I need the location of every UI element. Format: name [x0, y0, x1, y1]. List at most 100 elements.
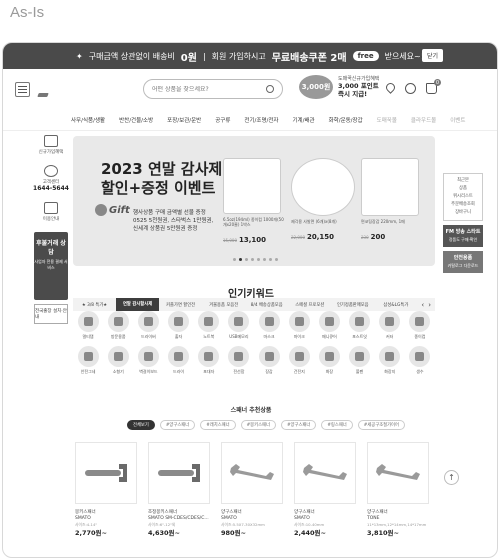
nav-item[interactable]: 기계/배관 [293, 116, 315, 124]
keyword-item[interactable]: 커터 [375, 311, 405, 340]
cart-icon[interactable]: 0 [426, 79, 441, 94]
keyword-item[interactable]: 벽걸이보드 [133, 346, 163, 375]
prev-arrow-icon[interactable]: ‹ [421, 301, 424, 309]
sidebar-support[interactable]: 고객센터 1644-5644 [33, 165, 69, 192]
user-icon[interactable] [405, 83, 416, 94]
keyword-image [318, 311, 340, 332]
keyword-label: 마이크 [293, 334, 305, 339]
scroll-top-icon[interactable]: ↑ [444, 470, 459, 485]
sidebar-guide[interactable]: 이용안내 [43, 202, 59, 222]
menu-icon[interactable] [15, 81, 30, 97]
keyword-item[interactable]: 생수 [405, 346, 435, 375]
promo-tab[interactable]: ★ 3/8 특가★ [73, 302, 116, 308]
quick-menu-item[interactable]: 상품 [446, 185, 480, 193]
keyword-item[interactable]: 소형기 [103, 346, 133, 375]
search-input[interactable] [152, 85, 266, 93]
filter-tag[interactable]: #몽키스패너 [240, 420, 276, 430]
quick-menu-item[interactable]: 최근본 [446, 177, 480, 185]
carousel-dot[interactable] [263, 258, 266, 261]
search-icon[interactable] [266, 85, 274, 93]
carousel-dot[interactable] [233, 258, 236, 261]
keyword-item[interactable]: 마스크 [254, 311, 284, 340]
page-caption: As-Is [10, 4, 45, 21]
signup-promo[interactable]: 3,000원 도매꾹신규가입혜택 3,000 포인트 즉시 지급! [299, 75, 379, 99]
promo-tab[interactable]: 삼성&LG특가 [374, 302, 417, 308]
quick-menu-item[interactable]: 주문배송조회 [446, 201, 480, 209]
hero-product[interactable]: 면코팅장갑 220mm, 1매 230 200 [361, 158, 419, 243]
site-logo[interactable] [37, 93, 49, 97]
filter-tag[interactable]: #링스패너 [321, 420, 353, 430]
keyword-item[interactable]: 종이컵 [405, 311, 435, 340]
carousel-dot[interactable] [257, 258, 260, 261]
filter-tag[interactable]: #래치스패너 [200, 420, 236, 430]
nav-item[interactable]: 화학/운동/장갑 [329, 116, 363, 124]
sidebar-signup[interactable]: 신규가입혜택 [39, 135, 63, 155]
keyword-label: 벽걸이보드 [139, 369, 158, 374]
hero-product[interactable]: 제각용 사발면 (6개)x(8개) 22,000 20,150 [291, 158, 355, 243]
keyword-item[interactable]: 마이크 [284, 311, 314, 340]
keyword-label: 생수 [416, 369, 424, 374]
product-card[interactable]: 양구스패너 TONE 11*13mm,12*14mm,14*17mm 3,810원~ [367, 442, 429, 536]
carousel-dot[interactable] [239, 258, 242, 261]
nav-item-muted[interactable]: 도매꾹몰 [377, 116, 397, 124]
product-card[interactable]: 양구스패너 SMATO 사이즈:10-40mm 2,440원~ [294, 442, 356, 536]
banner-title: 안전용품 [453, 255, 473, 261]
keyword-item[interactable]: 건전지 [284, 346, 314, 375]
keyword-item[interactable]: 전선함 [224, 346, 254, 375]
promo-tab[interactable]: 8/4 배송상품모음 [245, 302, 288, 308]
nav-item[interactable]: 사무/식품/생활 [71, 116, 105, 124]
keyword-item[interactable]: 매니큐어 [314, 311, 344, 340]
nav-item-muted[interactable]: 클라우드몰 [411, 116, 436, 124]
keyword-item[interactable]: USB메모리 [224, 311, 254, 340]
heart-icon[interactable] [384, 81, 397, 94]
keyword-item[interactable]: 출자 [163, 311, 193, 340]
keyword-item[interactable]: 멀티탭 [73, 311, 103, 340]
top-promo-banner[interactable]: ✦ 구매금액 상관없이 배송비 0원 | 회원 가입하시고 무료배송쿠폰 2매 … [3, 43, 497, 69]
product-card[interactable]: 몽키스패너 SMATO 사이즈:4-14" 2,770원~ [75, 442, 137, 536]
keyword-item[interactable]: 포대자 [194, 346, 224, 375]
banner-title: 후불거래 상담 [36, 240, 66, 256]
carousel-dot[interactable] [251, 258, 254, 261]
quick-menu-item[interactable]: 장바구니 [446, 209, 480, 217]
promo-tab[interactable]: 겨울용품 모음전 [202, 302, 245, 308]
product-card[interactable]: 조정몽키스패너 SMATO SM-CDES/CDES/C... 사이즈:6"-12"… [148, 442, 210, 536]
product-card[interactable]: 양구스패너 SMATO 사이즈:5.5X7-30X32mm 980원~ [221, 442, 283, 536]
filter-tag[interactable]: #세공구조절가이어 [357, 420, 405, 430]
keyword-item[interactable]: 드라이 [163, 346, 193, 375]
promo-tab[interactable]: 스페셜 프로모션 [288, 302, 331, 308]
filter-tag[interactable]: #양구스패너 [280, 420, 317, 430]
keyword-item[interactable]: 안전그네 [73, 346, 103, 375]
carousel-dot[interactable] [275, 258, 278, 261]
nav-item[interactable]: 전기/조명/전자 [244, 116, 278, 124]
carousel-dot[interactable] [269, 258, 272, 261]
keyword-item[interactable]: 볼펜 [344, 346, 374, 375]
sparkle-icon: ✦ [76, 51, 83, 61]
keyword-item[interactable]: 드라이버 [133, 311, 163, 340]
nav-item-muted[interactable]: 이벤트 [450, 116, 465, 124]
sale-price: 200 [370, 233, 386, 241]
nav-item[interactable]: 공구류 [215, 116, 230, 124]
safety-catalog-banner[interactable]: 안전용품 카탈로그 다운로드 [443, 251, 483, 273]
quick-menu-item[interactable]: 위시리스트 [446, 193, 480, 201]
keyword-item[interactable]: 화장지 [375, 346, 405, 375]
next-arrow-icon[interactable]: › [428, 301, 431, 309]
nav-item[interactable]: 포장/보관/운반 [167, 116, 201, 124]
filter-tag[interactable]: 전체보기 [127, 420, 155, 430]
promo-tab[interactable]: 인기정품판매모음 [331, 302, 374, 308]
hero-product[interactable]: 6.5oz(194ml) 종이컵 1000개(50개x20줄) 1박스 15,0… [223, 158, 285, 246]
keyword-item[interactable]: 장갑 [254, 346, 284, 375]
filter-tag[interactable]: #양구스패너 [159, 420, 196, 430]
keyword-item[interactable]: 화장 [314, 346, 344, 375]
keyword-item[interactable]: 포스트잇 [344, 311, 374, 340]
banner-close-button[interactable]: 닫기 [421, 49, 443, 62]
keyword-item[interactable]: 노트북 [194, 311, 224, 340]
fm-broadcast-banner[interactable]: FM 방송 스타트 정품도 구매·확인 [443, 225, 483, 247]
carousel-dot[interactable] [245, 258, 248, 261]
glove-image [361, 158, 419, 216]
promo-tab[interactable]: 커플가면 할인전 [159, 302, 202, 308]
hero-banner[interactable]: 2023 연말 감사제 할인+증정 이벤트 Gift 행사상품 구매 금액별 선… [73, 136, 435, 266]
product-price: 3,810원~ [367, 529, 399, 537]
keyword-item[interactable]: 방문용품 [103, 311, 133, 340]
nav-item[interactable]: 반찬/건물/소방 [119, 116, 153, 124]
install-service-card[interactable]: 전국출장 설치·안내 [34, 304, 68, 324]
